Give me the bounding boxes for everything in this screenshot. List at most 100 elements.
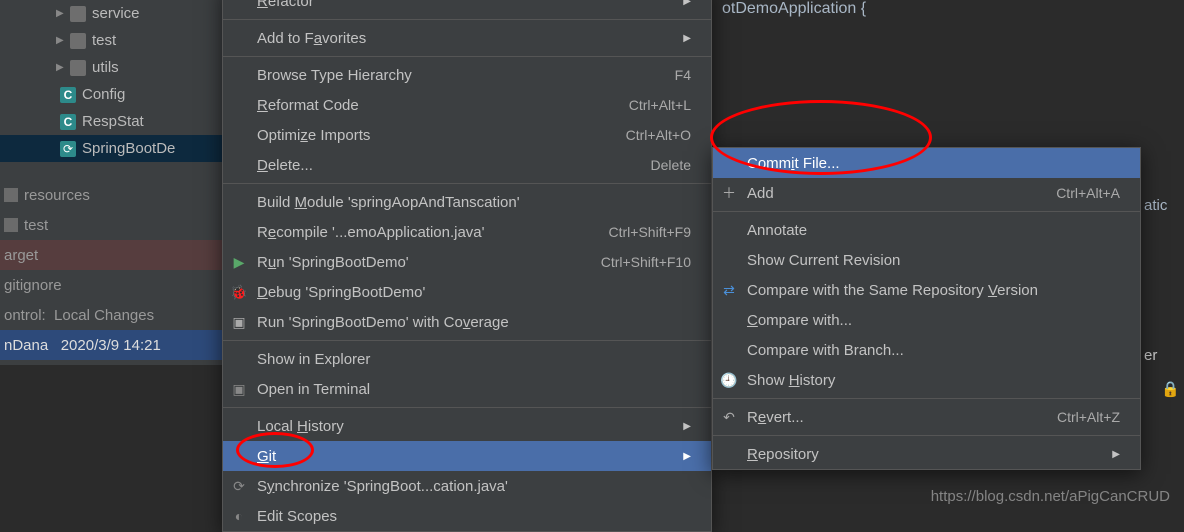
menu-git[interactable]: Git▶	[223, 441, 711, 471]
expand-arrow-icon: ▶	[56, 8, 66, 19]
shortcut: Delete	[651, 157, 691, 173]
tree-item-test[interactable]: test	[0, 210, 222, 240]
menu-build-module[interactable]: Build Module 'springAopAndTanscation'	[223, 187, 711, 217]
folder-icon	[70, 33, 86, 49]
submenu-arrow-icon: ▶	[1112, 449, 1120, 460]
menu-delete[interactable]: Delete...Delete	[223, 150, 711, 180]
date: 2020/3/9 14:21	[61, 337, 161, 354]
history-icon: 🕘	[721, 372, 737, 388]
menu-run-coverage[interactable]: ▣Run 'SpringBootDemo' with Coverage	[223, 307, 711, 337]
tree-label: test	[92, 32, 116, 49]
menu-separator	[223, 340, 711, 341]
revert-icon: ↶	[721, 409, 737, 425]
vcs-control-row[interactable]: ontrol: Local Changes	[0, 300, 222, 330]
label: Browse Type Hierarchy	[257, 67, 412, 84]
debug-icon: 🐞	[231, 284, 247, 300]
menu-separator	[223, 56, 711, 57]
menu-debug[interactable]: 🐞Debug 'SpringBootDemo'	[223, 277, 711, 307]
label: Add	[747, 185, 774, 202]
label: Annotate	[747, 222, 807, 239]
tree-item-resources[interactable]: resources	[0, 180, 222, 210]
commit-info-row[interactable]: nDana 2020/3/9 14:21	[0, 330, 222, 360]
coverage-icon: ▣	[231, 314, 247, 330]
menu-git-add[interactable]: ＋ Add Ctrl+Alt+A	[713, 178, 1140, 208]
code-fragment: atic	[1144, 190, 1184, 220]
add-icon: ＋	[721, 185, 737, 201]
menu-show-explorer[interactable]: Show in Explorer	[223, 344, 711, 374]
folder-icon	[70, 60, 86, 76]
code-line: otDemoApplication {	[722, 0, 866, 18]
class-icon: C	[60, 114, 76, 130]
menu-compare-branch[interactable]: Compare with Branch...	[713, 335, 1140, 365]
menu-compare-with[interactable]: Compare with...	[713, 305, 1140, 335]
lock-icon: 🔒	[1161, 380, 1180, 398]
menu-separator	[223, 183, 711, 184]
tree-label: service	[92, 5, 140, 22]
watermark: https://blog.csdn.net/aPigCanCRUD	[931, 488, 1170, 505]
label: resources	[24, 187, 90, 204]
class-icon: C	[60, 87, 76, 103]
tree-label: RespStat	[82, 113, 144, 130]
label: Show Current Revision	[747, 252, 900, 269]
label: Show in Explorer	[257, 351, 370, 368]
menu-local-history[interactable]: Local History▶	[223, 411, 711, 441]
tree-label: Config	[82, 86, 125, 103]
label: test	[24, 217, 48, 234]
shortcut: Ctrl+Shift+F9	[609, 224, 691, 240]
tree-item-utils[interactable]: ▶utils	[0, 54, 222, 81]
expand-arrow-icon: ▶	[56, 35, 66, 46]
folder-icon	[4, 188, 18, 202]
tree-item-target[interactable]: arget	[0, 240, 222, 270]
label: Compare with Branch...	[747, 342, 904, 359]
menu-optimize-imports[interactable]: Optimize ImportsCtrl+Alt+O	[223, 120, 711, 150]
menu-show-current-revision[interactable]: Show Current Revision	[713, 245, 1140, 275]
menu-refactor[interactable]: Refactor▶	[223, 0, 711, 16]
menu-synchronize[interactable]: ⟳Synchronize 'SpringBoot...cation.java'	[223, 471, 711, 501]
menu-edit-scopes[interactable]: ◐Edit Scopes	[223, 501, 711, 531]
context-menu-main: Refactor▶ Add to Favorites▶ Browse Type …	[222, 0, 712, 532]
menu-separator	[223, 407, 711, 408]
shortcut: Ctrl+Shift+F10	[601, 254, 691, 270]
menu-revert[interactable]: ↶Revert...Ctrl+Alt+Z	[713, 402, 1140, 432]
run-icon: ▶	[231, 254, 247, 270]
tree-item-service[interactable]: ▶ service	[0, 0, 222, 27]
tree-item-config[interactable]: C Config	[0, 81, 222, 108]
label: Edit Scopes	[257, 508, 337, 525]
label: Open in Terminal	[257, 381, 370, 398]
tree-item-springbootdemo[interactable]: ⟳SpringBootDe	[0, 135, 222, 162]
menu-commit-file[interactable]: Commit File...	[713, 148, 1140, 178]
label: gitignore	[4, 277, 62, 294]
folder-icon	[4, 218, 18, 232]
shortcut: Ctrl+Alt+O	[626, 127, 691, 143]
menu-run[interactable]: ▶Run 'SpringBootDemo'Ctrl+Shift+F10	[223, 247, 711, 277]
tree-item-respstat[interactable]: C RespStat	[0, 108, 222, 135]
label: ontrol:	[4, 307, 46, 324]
menu-show-history[interactable]: 🕘Show History	[713, 365, 1140, 395]
tree-label: utils	[92, 59, 119, 76]
compare-icon: ⇄	[721, 282, 737, 298]
menu-annotate[interactable]: Annotate	[713, 215, 1140, 245]
menu-open-terminal[interactable]: ▣ Open in Terminal	[223, 374, 711, 404]
shortcut: Ctrl+Alt+A	[1056, 185, 1120, 201]
submenu-arrow-icon: ▶	[683, 33, 691, 44]
menu-browse-hierarchy[interactable]: Browse Type HierarchyF4	[223, 60, 711, 90]
submenu-arrow-icon: ▶	[683, 0, 691, 7]
sync-icon: ⟳	[231, 478, 247, 494]
menu-separator	[713, 435, 1140, 436]
menu-repository[interactable]: Repository▶	[713, 439, 1140, 469]
submenu-arrow-icon: ▶	[683, 451, 691, 462]
menu-add-favorites[interactable]: Add to Favorites▶	[223, 23, 711, 53]
tree-item-test[interactable]: ▶ test	[0, 27, 222, 54]
tree-item-gitignore[interactable]: gitignore	[0, 270, 222, 300]
menu-compare-same-repo[interactable]: ⇄Compare with the Same Repository Versio…	[713, 275, 1140, 305]
shortcut: Ctrl+Alt+Z	[1057, 409, 1120, 425]
submenu-arrow-icon: ▶	[683, 421, 691, 432]
label: arget	[4, 247, 38, 264]
terminal-icon: ▣	[231, 381, 247, 397]
menu-separator	[713, 211, 1140, 212]
menu-recompile[interactable]: Recompile '...emoApplication.java'Ctrl+S…	[223, 217, 711, 247]
panel-fragment: er	[1144, 340, 1184, 370]
menu-reformat[interactable]: Reformat CodeCtrl+Alt+L	[223, 90, 711, 120]
folder-icon	[70, 6, 86, 22]
tree-label: SpringBootDe	[82, 140, 175, 157]
